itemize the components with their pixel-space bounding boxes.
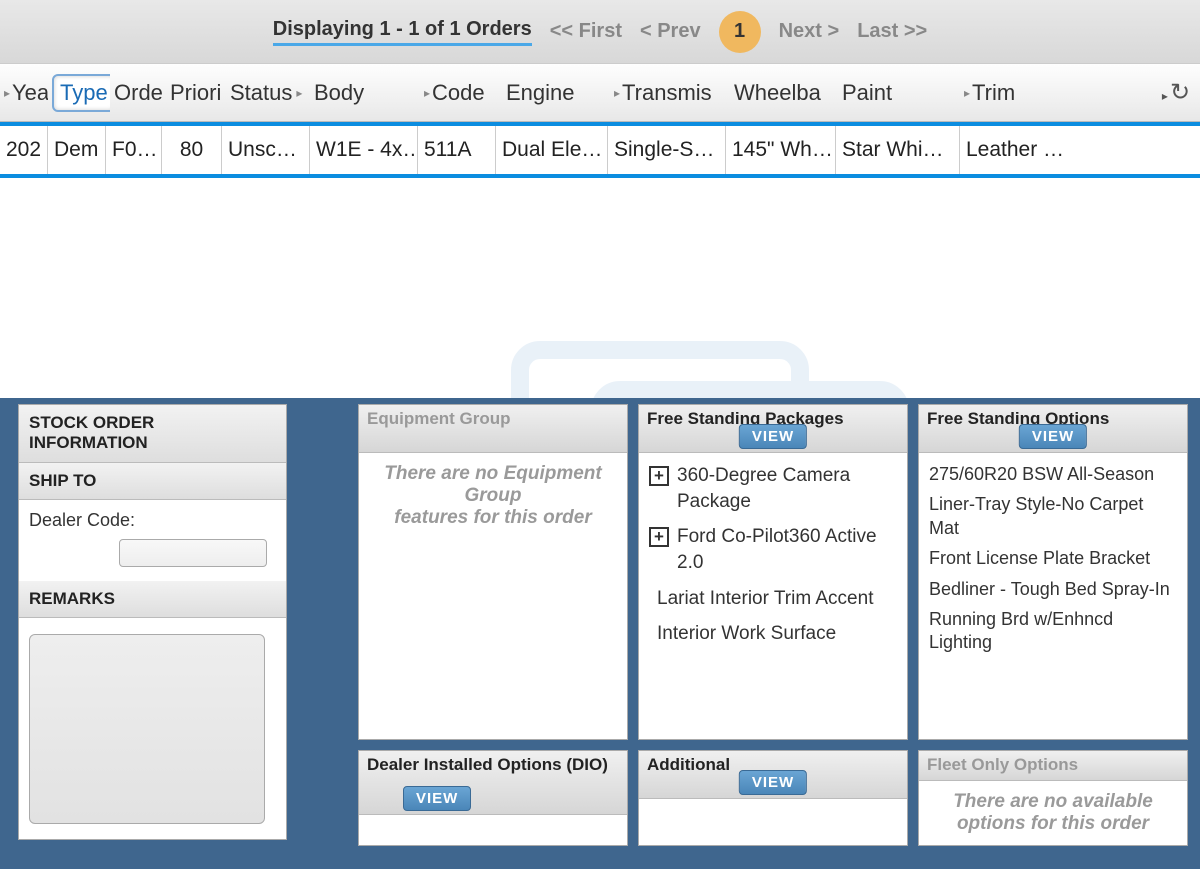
current-page-number[interactable]: 1: [719, 11, 761, 53]
dio-view-button[interactable]: VIEW: [403, 786, 471, 811]
fsp-view-button[interactable]: VIEW: [739, 424, 807, 449]
fleet-only-options-panel: Fleet Only Options There are no availabl…: [918, 750, 1188, 846]
col-type[interactable]: Type: [48, 64, 110, 121]
ship-to-header: SHIP TO: [19, 463, 286, 500]
dio-header: Dealer Installed Options (DIO) VIEW: [359, 751, 627, 815]
list-item[interactable]: Lariat Interior Trim Accent: [649, 586, 897, 612]
stock-order-section: STOCK ORDER INFORMATION SHIP TO Dealer C…: [18, 404, 287, 840]
list-item[interactable]: Running Brd w/Enhncd Lighting: [929, 608, 1177, 655]
col-status[interactable]: Status▸: [226, 64, 310, 121]
free-standing-packages-panel: Free Standing Packages VIEW +360-Degree …: [638, 404, 908, 740]
lower-panels-area: STOCK ORDER INFORMATION SHIP TO Dealer C…: [0, 398, 1200, 869]
dealer-installed-options-panel: Dealer Installed Options (DIO) VIEW: [358, 750, 628, 846]
cell-engine: Dual Ele…: [496, 126, 608, 174]
cell-trim: Leather …: [960, 126, 1110, 174]
col-paint[interactable]: Paint: [838, 64, 960, 121]
fsp-body: +360-Degree Camera Package +Ford Co-Pilo…: [639, 453, 907, 739]
list-item[interactable]: Front License Plate Bracket: [929, 547, 1177, 570]
equipment-group-body: There are no Equipment Group features fo…: [359, 453, 627, 739]
dio-body: [359, 815, 627, 845]
col-body[interactable]: Body: [310, 64, 420, 121]
cell-transmission: Single-S…: [608, 126, 726, 174]
right-panels-grid: Equipment Group There are no Equipment G…: [358, 398, 1200, 869]
cell-code: 511A: [418, 126, 496, 174]
equipment-group-panel: Equipment Group There are no Equipment G…: [358, 404, 628, 740]
col-engine[interactable]: Engine: [502, 64, 610, 121]
col-order[interactable]: Orde: [110, 64, 166, 121]
additional-panel: Additional VIEW: [638, 750, 908, 846]
fso-header: Free Standing Options VIEW: [919, 405, 1187, 453]
list-item[interactable]: Liner-Tray Style-No Carpet Mat: [929, 493, 1177, 540]
col-year[interactable]: ▸Yea: [0, 64, 48, 121]
column-headers: ▸Yea Type Orde Priori Status▸ Body ▸Code…: [0, 64, 1200, 122]
stock-order-header: STOCK ORDER INFORMATION: [19, 405, 286, 463]
cell-body: W1E - 4x…: [310, 126, 418, 174]
col-code[interactable]: ▸Code: [420, 64, 502, 121]
col-priority[interactable]: Priori: [166, 64, 226, 121]
col-transmission[interactable]: ▸Transmis: [610, 64, 730, 121]
cell-status: Unsc…: [222, 126, 310, 174]
last-page-button[interactable]: Last >>: [857, 20, 927, 43]
equipment-group-header: Equipment Group: [359, 405, 627, 453]
list-item[interactable]: 275/60R20 BSW All-Season: [929, 463, 1177, 486]
expand-icon[interactable]: +: [649, 466, 669, 486]
col-trim[interactable]: ▸Trim: [960, 64, 1090, 121]
expand-icon[interactable]: +: [649, 527, 669, 547]
displaying-text: Displaying 1 - 1 of 1 Orders: [273, 18, 532, 46]
free-standing-options-panel: Free Standing Options VIEW 275/60R20 BSW…: [918, 404, 1188, 740]
list-item[interactable]: Bedliner - Tough Bed Spray-In: [929, 578, 1177, 601]
fleet-header: Fleet Only Options: [919, 751, 1187, 781]
prev-page-button[interactable]: < Prev: [640, 20, 701, 43]
additional-header: Additional VIEW: [639, 751, 907, 799]
additional-body: [639, 799, 907, 845]
cell-priority: 80: [162, 126, 222, 174]
data-row-container: 202 Dem F0… 80 Unsc… W1E - 4x… 511A Dual…: [0, 122, 1200, 178]
cell-paint: Star Whi…: [836, 126, 960, 174]
fsp-header: Free Standing Packages VIEW: [639, 405, 907, 453]
col-wheelbase[interactable]: Wheelba: [730, 64, 838, 121]
fso-view-button[interactable]: VIEW: [1019, 424, 1087, 449]
cell-order: F0…: [106, 126, 162, 174]
fleet-body: There are no available options for this …: [919, 781, 1187, 845]
dealer-code-input[interactable]: [119, 539, 267, 567]
dealer-code-label: Dealer Code:: [29, 510, 135, 530]
cell-wheelbase: 145" Wh…: [726, 126, 836, 174]
remarks-header: REMARKS: [19, 581, 286, 618]
list-item[interactable]: +Ford Co-Pilot360 Active 2.0: [649, 524, 897, 575]
refresh-icon[interactable]: ▸↻: [1158, 78, 1194, 107]
list-item[interactable]: Interior Work Surface: [649, 621, 897, 647]
list-item[interactable]: +360-Degree Camera Package: [649, 463, 897, 514]
ship-to-body: Dealer Code:: [19, 500, 286, 581]
cell-type: Dem: [48, 126, 106, 174]
col-type-active[interactable]: Type: [52, 74, 110, 112]
cell-year: 202: [0, 126, 48, 174]
remarks-textarea[interactable]: [29, 634, 265, 824]
additional-view-button[interactable]: VIEW: [739, 770, 807, 795]
next-page-button[interactable]: Next >: [779, 20, 840, 43]
pagination-bar: Displaying 1 - 1 of 1 Orders << First < …: [0, 0, 1200, 64]
fso-body: 275/60R20 BSW All-Season Liner-Tray Styl…: [919, 453, 1187, 739]
first-page-button[interactable]: << First: [550, 20, 622, 43]
table-row[interactable]: 202 Dem F0… 80 Unsc… W1E - 4x… 511A Dual…: [0, 126, 1200, 174]
remarks-body: [19, 618, 286, 839]
left-panel: STOCK ORDER INFORMATION SHIP TO Dealer C…: [0, 398, 287, 869]
